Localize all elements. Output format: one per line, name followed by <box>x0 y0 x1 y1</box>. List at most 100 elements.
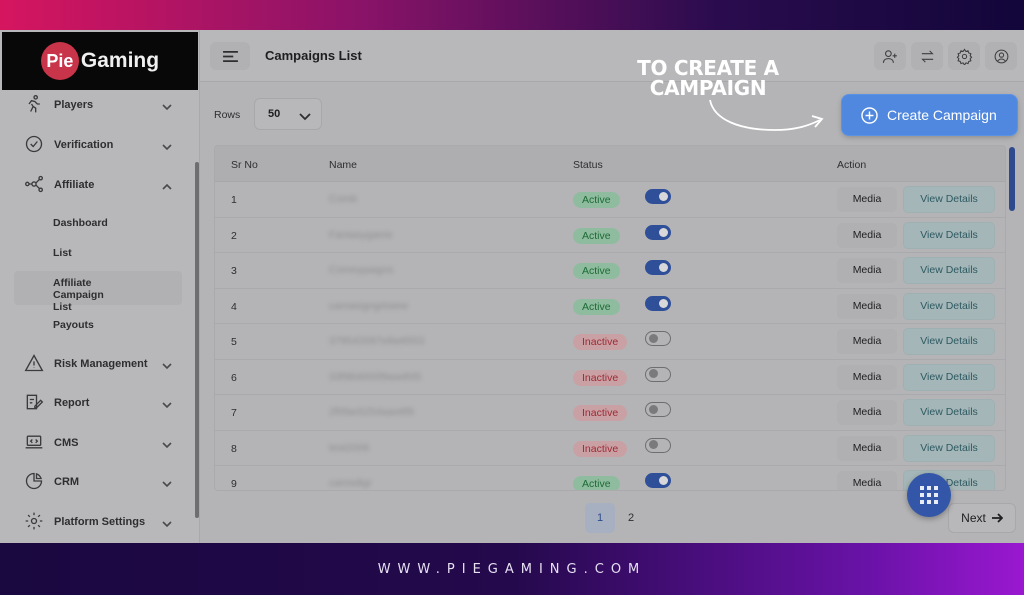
view-details-button[interactable]: View Details <box>903 399 995 426</box>
view-details-button[interactable]: View Details <box>903 257 995 284</box>
cell-sr-no: 4 <box>231 300 237 313</box>
table-scrollbar[interactable] <box>1009 147 1015 211</box>
sidebar-item-report[interactable]: Report <box>14 384 182 422</box>
status-badge: Active <box>573 476 620 490</box>
page-button-2[interactable]: 2 <box>616 503 646 533</box>
media-button[interactable]: Media <box>837 471 897 490</box>
brand-logo[interactable]: Pie Gaming <box>2 32 198 90</box>
chevron-down-icon <box>162 139 172 151</box>
status-toggle[interactable] <box>645 437 671 453</box>
status-toggle[interactable] <box>645 473 671 488</box>
sidebar-item-affiliate[interactable]: Affiliate <box>14 166 182 204</box>
status-badge: Active <box>573 263 620 279</box>
cell-name: test2006 <box>329 441 370 454</box>
apps-grid-button[interactable] <box>907 473 951 517</box>
status-badge: Inactive <box>573 440 628 457</box>
status-badge: Active <box>573 227 620 244</box>
profile-button[interactable] <box>985 42 1017 70</box>
view-details-button[interactable]: View Details <box>903 328 995 355</box>
status-toggle[interactable] <box>645 402 671 417</box>
cell-name: Comeypaigns <box>329 264 394 276</box>
logo-wordmark: Gaming <box>80 49 160 72</box>
sidebar: Pie Gaming Players Verification Affiliat… <box>0 30 200 543</box>
table-row: 6 33f984655f9wa4f45 Inactive Media View Deta… <box>215 360 1005 395</box>
sidebar-item-crm[interactable]: CRM <box>14 463 182 501</box>
status-toggle[interactable] <box>645 224 671 240</box>
cell-sr-no: 3 <box>231 265 237 277</box>
media-button[interactable]: Media <box>837 187 897 212</box>
status-toggle[interactable] <box>645 189 671 204</box>
media-button[interactable]: Media <box>837 435 897 461</box>
toggle-knob <box>659 298 668 308</box>
view-details-button[interactable]: View Details <box>903 186 995 213</box>
view-details-button[interactable]: View Details <box>903 292 995 320</box>
rows-per-page-select[interactable]: 50 <box>254 98 322 130</box>
media-button[interactable]: Media <box>837 329 897 354</box>
menu-toggle-button[interactable] <box>210 42 250 70</box>
view-details-button[interactable]: View Details <box>903 434 995 462</box>
media-button[interactable]: Media <box>837 293 897 319</box>
view-details-button[interactable]: View Details <box>903 221 995 249</box>
toggle-knob <box>649 333 658 343</box>
toggle-knob <box>659 263 668 272</box>
column-header-action: Action <box>837 159 867 171</box>
toggle-knob <box>649 440 658 449</box>
sidebar-sub-list[interactable]: List <box>14 247 182 259</box>
sidebar-item-risk-management[interactable]: Risk Management <box>14 345 182 383</box>
callout-arrow <box>709 99 824 131</box>
cell-sr-no: 5 <box>231 336 237 348</box>
sidebar-item-cms[interactable]: CMS <box>14 424 182 462</box>
sidebar-sub-payouts[interactable]: Payouts <box>14 319 182 331</box>
create-campaign-button[interactable]: Create Campaign <box>842 95 1017 135</box>
add-user-icon <box>882 49 897 63</box>
media-button[interactable]: Media <box>837 222 897 248</box>
sidebar-item-platform-settings[interactable]: Platform Settings <box>14 503 182 541</box>
table-row: 8 test2006 Inactive Media View Details <box>215 431 1005 466</box>
sidebar-item-label: Report <box>54 397 90 409</box>
add-user-button[interactable] <box>874 42 906 70</box>
media-button[interactable]: Media <box>837 258 897 283</box>
status-badge: Inactive <box>573 405 628 421</box>
view-details-button[interactable]: View Details <box>903 363 995 391</box>
sidebar-item-verification[interactable]: Verification <box>14 126 182 164</box>
cell-sr-no: 2 <box>231 229 237 242</box>
cell-name: 33f984655f9wa4f45 <box>329 370 422 383</box>
page-button-1[interactable]: 1 <box>585 503 615 533</box>
sidebar-scrollbar[interactable] <box>195 162 199 518</box>
table-row: 3 Comeypaigns Active Media View Details <box>215 253 1005 289</box>
sidebar-sub-dashboard[interactable]: Dashboard <box>14 217 182 229</box>
sidebar-item-players[interactable]: Players <box>14 86 182 124</box>
table-row: 7 2f0fae5254aao6f9 Inactive Media View Detai… <box>215 395 1005 431</box>
page-title: Campaigns List <box>265 48 362 63</box>
status-toggle[interactable] <box>645 295 671 311</box>
sidebar-item-label: CMS <box>54 437 79 449</box>
status-toggle[interactable] <box>645 331 671 346</box>
toggle-knob <box>659 476 668 485</box>
footer-url: WWW.PIEGAMING.COM <box>377 561 647 577</box>
media-button[interactable]: Media <box>837 400 897 425</box>
status-badge: Active <box>573 298 620 315</box>
cell-sr-no: 6 <box>231 371 237 384</box>
table-row: 2 Fantasygame Active Media View Details <box>215 218 1005 253</box>
sidebar-sub-affiliate-campaign-list[interactable]: Affiliate Campaign List <box>14 271 182 313</box>
create-campaign-label: Create Campaign <box>887 107 997 123</box>
status-toggle[interactable] <box>645 366 671 382</box>
next-page-button[interactable]: Next <box>948 503 1016 533</box>
plus-circle-icon <box>861 106 878 124</box>
column-header-status: Status <box>573 159 603 171</box>
arrow-right-icon <box>991 513 1003 523</box>
sidebar-item-label: CRM <box>54 476 80 488</box>
status-toggle[interactable] <box>645 260 671 275</box>
media-button[interactable]: Media <box>837 364 897 390</box>
user-circle-icon <box>994 49 1008 63</box>
table-row: 9 camsdigr Active Media View Details <box>215 466 1005 490</box>
table-row: 4 camasigngrtoiew Active Media View Details <box>215 289 1005 324</box>
swap-button[interactable] <box>911 42 943 70</box>
check-circle-icon <box>24 134 46 156</box>
settings-button[interactable] <box>948 42 980 70</box>
report-edit-icon <box>24 392 46 414</box>
cell-sr-no: 7 <box>231 407 237 419</box>
swap-arrows-icon <box>920 49 934 63</box>
toggle-knob <box>659 227 668 237</box>
chevron-down-icon <box>162 476 172 488</box>
